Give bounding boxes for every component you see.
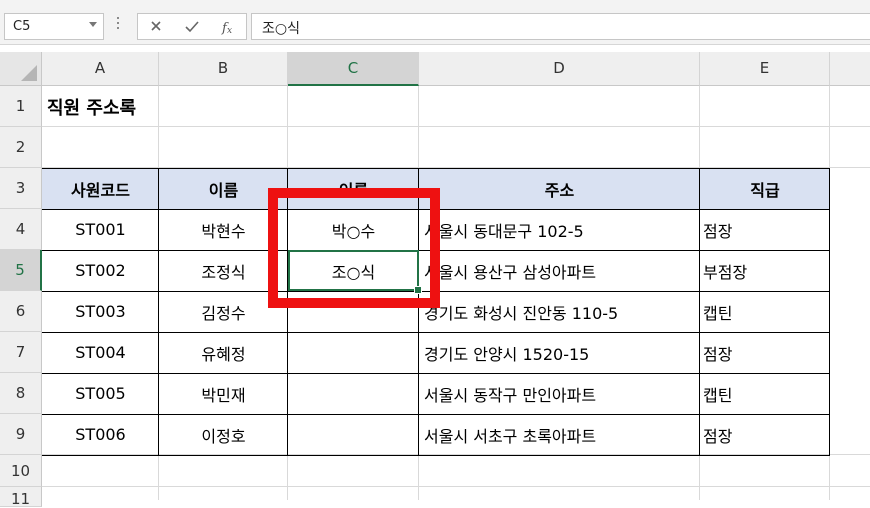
table-border — [42, 373, 830, 374]
cell-rank[interactable]: 점장 — [700, 209, 830, 250]
cell-rank[interactable]: 점장 — [700, 332, 830, 373]
enter-icon[interactable] — [180, 17, 204, 37]
cell-a1-title[interactable]: 직원 주소록 — [42, 86, 282, 127]
cell-header-name[interactable]: 이름 — [159, 168, 288, 209]
table-border — [42, 209, 830, 210]
grid-line — [42, 486, 870, 487]
cell-rank[interactable]: 부점장 — [700, 250, 830, 291]
cell-address[interactable]: 경기도 안양시 1520-15 — [419, 332, 700, 373]
cell-code[interactable]: ST003 — [42, 291, 159, 332]
cell-masked-name[interactable] — [288, 414, 419, 455]
select-all-triangle-icon — [21, 65, 37, 81]
row-header-2[interactable]: 2 — [0, 127, 42, 168]
table-border — [418, 168, 419, 456]
cell-name[interactable]: 박현수 — [159, 209, 288, 250]
column-header-f[interactable] — [830, 52, 870, 86]
name-box[interactable]: C5 — [4, 13, 104, 40]
table-border — [42, 414, 830, 415]
cell-name[interactable]: 박민재 — [159, 373, 288, 414]
cell-code[interactable]: ST002 — [42, 250, 159, 291]
cell-code[interactable]: ST004 — [42, 332, 159, 373]
row-header-1[interactable]: 1 — [0, 86, 42, 127]
row-header-10[interactable]: 10 — [0, 455, 42, 487]
cell-address[interactable]: 서울시 용산구 삼성아파트 — [419, 250, 700, 291]
table-border — [42, 250, 830, 251]
cell-code[interactable]: ST005 — [42, 373, 159, 414]
cell-header-code[interactable]: 사원코드 — [42, 168, 159, 209]
table-border — [287, 168, 288, 456]
row-header-6[interactable]: 6 — [0, 291, 42, 332]
table-border — [42, 332, 830, 333]
cell-header-masked-name[interactable]: 이름 — [288, 168, 419, 209]
cell-masked-name[interactable]: 박○수 — [288, 209, 419, 250]
row-header-9[interactable]: 9 — [0, 414, 42, 455]
row-header-11[interactable]: 11 — [0, 487, 42, 508]
cell-rank[interactable]: 캡틴 — [700, 291, 830, 332]
cell-name[interactable]: 유혜정 — [159, 332, 288, 373]
column-header-c[interactable]: C — [288, 52, 419, 86]
cell-masked-name[interactable] — [288, 291, 419, 332]
cell-rank[interactable]: 점장 — [700, 414, 830, 455]
row-header-7[interactable]: 7 — [0, 332, 42, 373]
cell-header-address[interactable]: 주소 — [419, 168, 700, 209]
cell-address[interactable]: 서울시 서초구 초록아파트 — [419, 414, 700, 455]
column-header-a[interactable]: A — [42, 52, 159, 86]
table-border — [829, 168, 830, 456]
row-header-8[interactable]: 8 — [0, 373, 42, 414]
cell-masked-name[interactable] — [288, 332, 419, 373]
column-header-b[interactable]: B — [159, 52, 288, 86]
select-all-button[interactable] — [0, 52, 42, 86]
table-border — [42, 455, 830, 456]
cell-name[interactable]: 이정호 — [159, 414, 288, 455]
cell-masked-name-active[interactable]: 조○식 — [288, 250, 419, 291]
chevron-down-icon[interactable] — [89, 22, 97, 27]
cell-address[interactable]: 서울시 동대문구 102-5 — [419, 209, 700, 250]
drag-handle-icon[interactable] — [117, 17, 120, 35]
table-border — [699, 168, 700, 456]
cell-address[interactable]: 서울시 동작구 만인아파트 — [419, 373, 700, 414]
cell-code[interactable]: ST006 — [42, 414, 159, 455]
cell-name[interactable]: 조정식 — [159, 250, 288, 291]
column-header-e[interactable]: E — [700, 52, 830, 86]
row-header-5[interactable]: 5 — [0, 250, 42, 291]
formula-input[interactable]: 조○식 — [251, 13, 870, 40]
row-header-3[interactable]: 3 — [0, 168, 42, 209]
formula-buttons: fx — [137, 13, 247, 40]
table-border — [42, 168, 830, 169]
name-box-value: C5 — [13, 19, 31, 34]
table-border — [42, 291, 830, 292]
column-header-d[interactable]: D — [419, 52, 700, 86]
fx-icon[interactable]: fx — [216, 17, 240, 37]
cell-address[interactable]: 경기도 화성시 진안동 110-5 — [419, 291, 700, 332]
cell-rank[interactable]: 캡틴 — [700, 373, 830, 414]
table-border — [158, 168, 159, 456]
cell-code[interactable]: ST001 — [42, 209, 159, 250]
cell-header-rank[interactable]: 직급 — [700, 168, 830, 209]
fill-handle[interactable] — [414, 286, 422, 294]
row-header-4[interactable]: 4 — [0, 209, 42, 250]
formula-value: 조○식 — [262, 21, 300, 37]
cancel-icon[interactable] — [144, 17, 168, 37]
cell-masked-name[interactable] — [288, 373, 419, 414]
svg-text:x: x — [227, 26, 232, 36]
formula-bar: C5 fx 조○식 — [0, 0, 870, 45]
cell-name[interactable]: 김정수 — [159, 291, 288, 332]
